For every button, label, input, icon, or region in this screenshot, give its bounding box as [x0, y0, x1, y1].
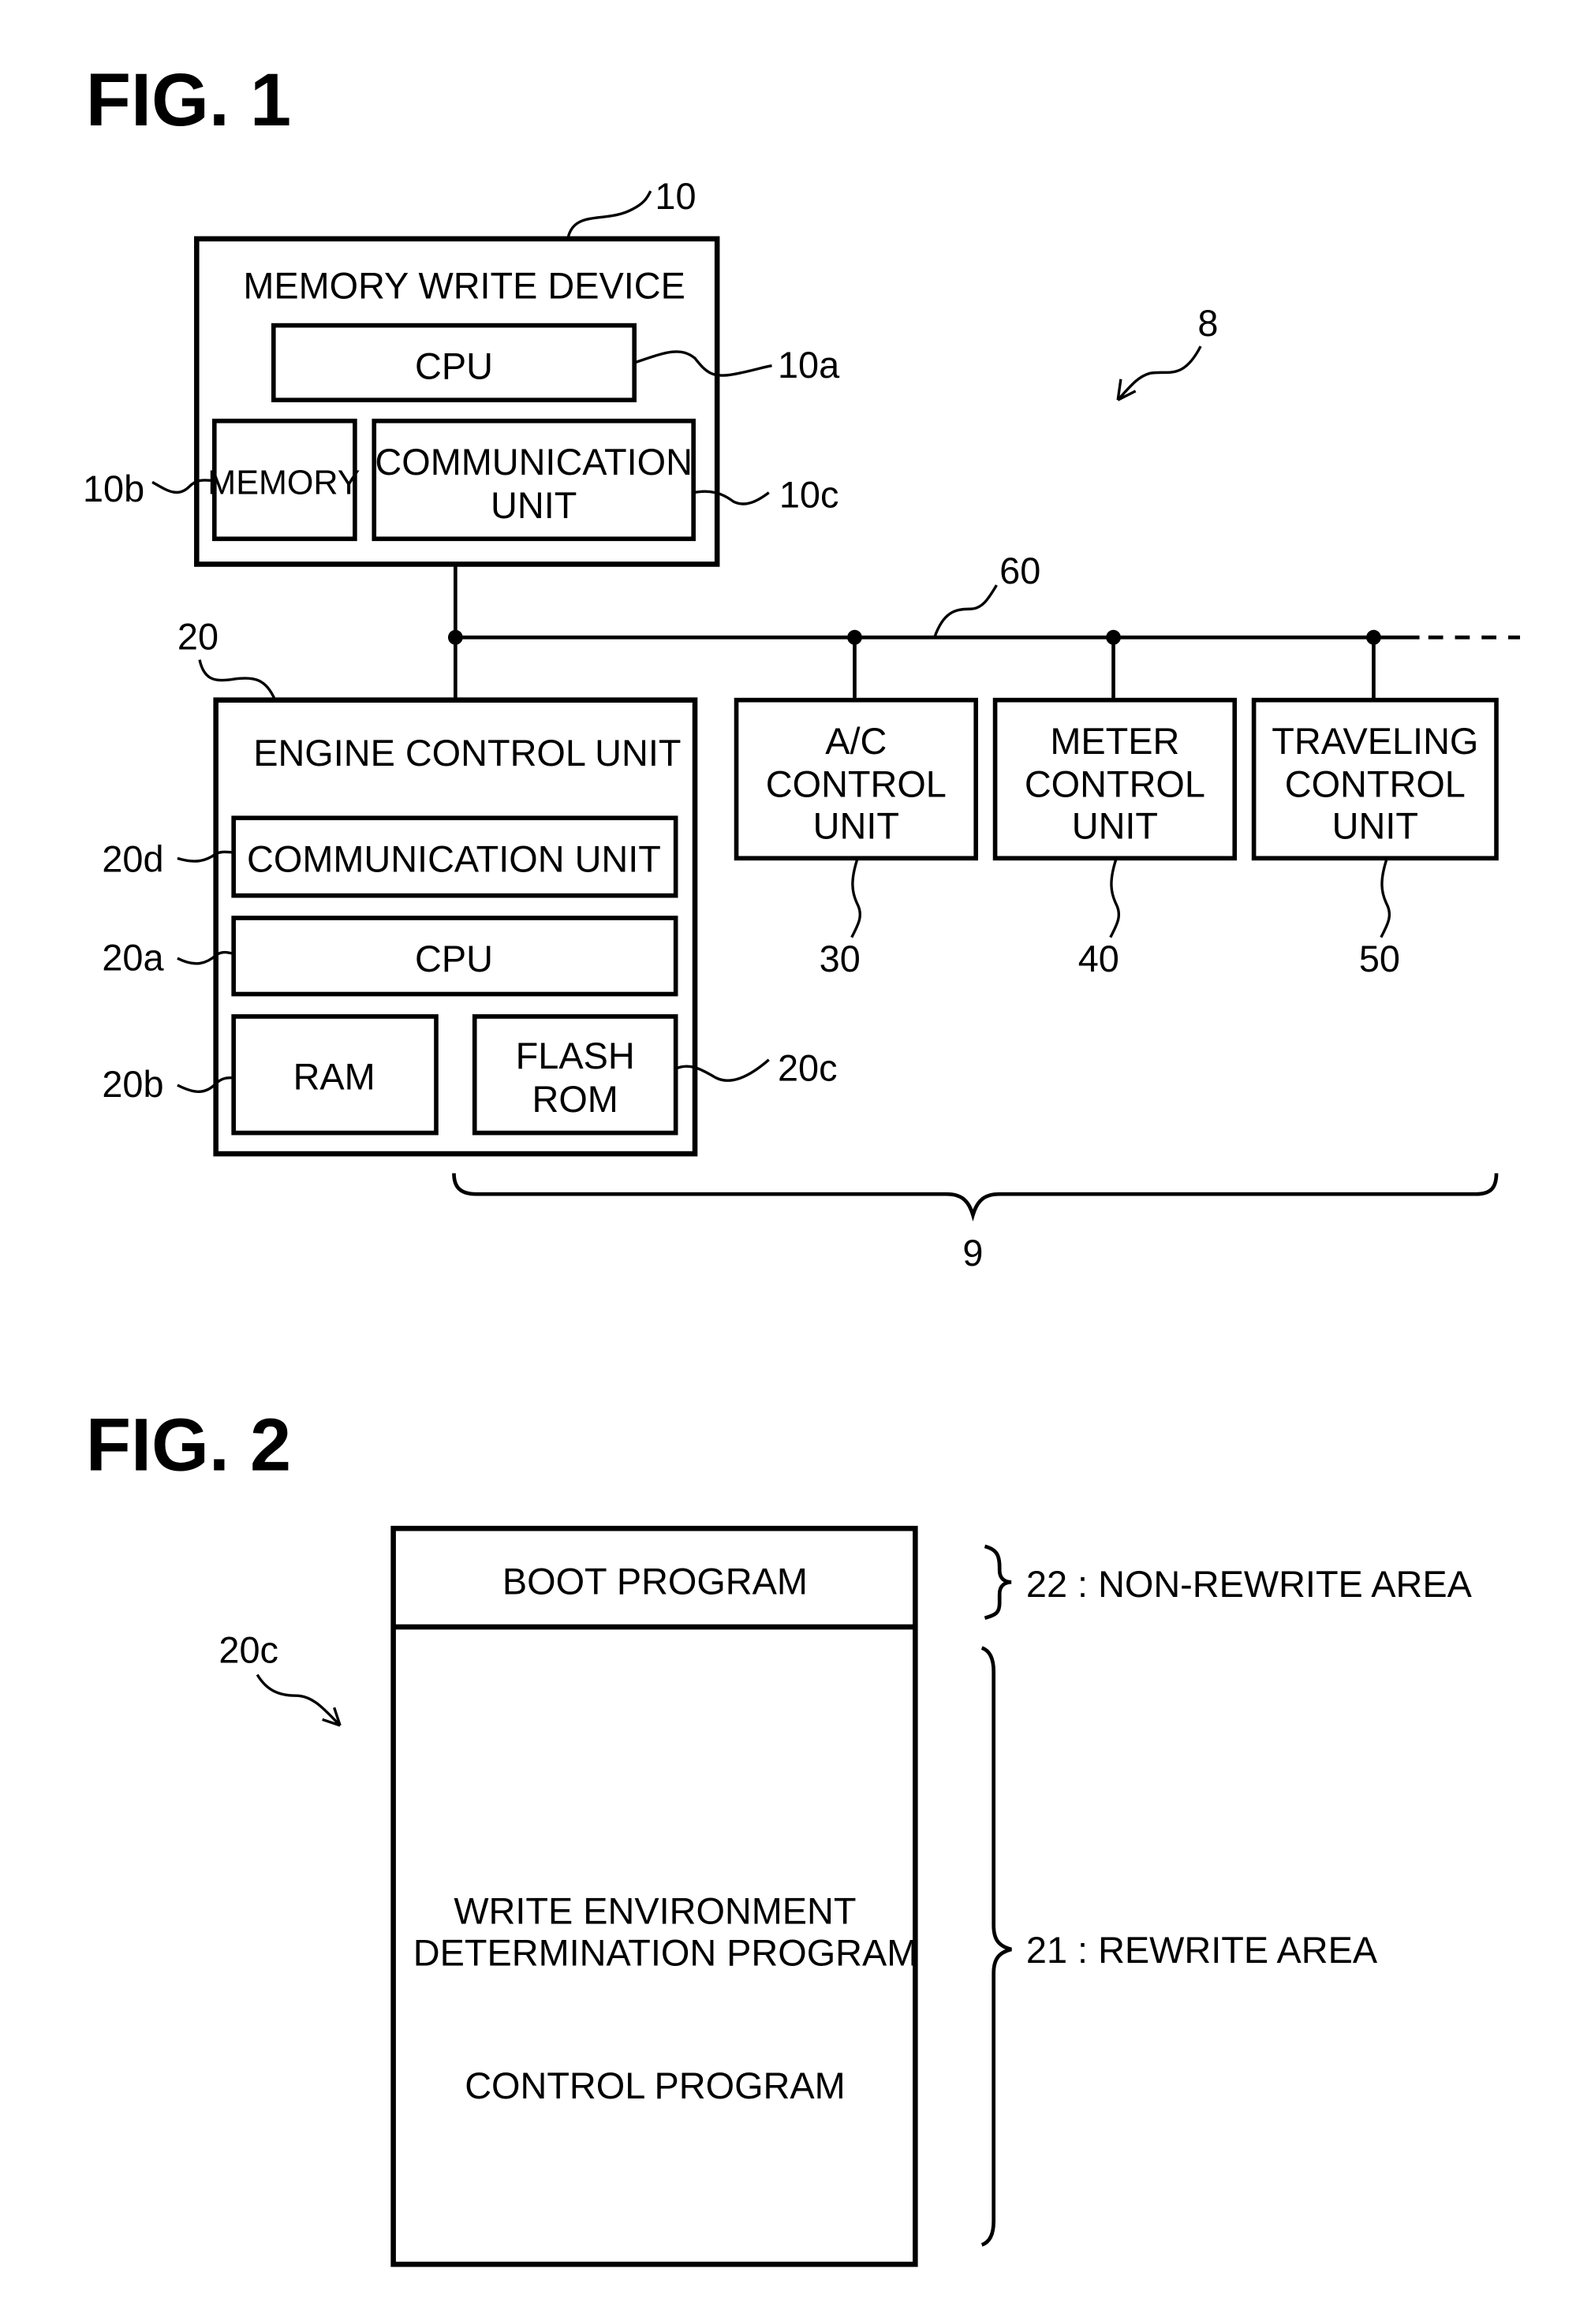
bus-ref: 60	[999, 550, 1040, 591]
ac-control-unit: A/C CONTROL UNIT 30	[734, 697, 979, 979]
memory-write-device-title: MEMORY WRITE DEVICE	[243, 264, 685, 306]
memory-write-device-ref: 10	[655, 175, 696, 217]
write-environment-program-label-2: DETERMINATION PROGRAM	[413, 1932, 917, 1974]
write-environment-program-label-1: WRITE ENVIRONMENT	[454, 1890, 856, 1932]
ecu-communication-unit-label: COMMUNICATION UNIT	[247, 837, 661, 879]
meter-control-unit: METER CONTROL UNIT 40	[992, 697, 1238, 979]
non-rewrite-area-brace	[984, 1544, 1012, 1621]
mwd-communication-unit-ref: 10c	[779, 473, 839, 515]
ecu-cpu-ref: 20a	[102, 936, 164, 978]
ac-control-unit-ref: 30	[820, 938, 861, 979]
flash-rom-memory-arrow-icon	[256, 1673, 342, 1727]
traveling-control-unit-ref: 50	[1359, 938, 1400, 979]
mwd-memory-label: MEMORY	[207, 464, 360, 502]
ecu-communication-unit-ref: 20d	[102, 837, 163, 879]
ecu-title: ENGINE CONTROL UNIT	[253, 732, 681, 774]
system-ref-arrow-icon	[1116, 345, 1202, 401]
control-program-label: CONTROL PROGRAM	[465, 2065, 845, 2106]
ac-control-unit-label-1: A/C	[825, 720, 887, 762]
memory-write-device-leader	[566, 190, 652, 240]
ecu-cpu-label: CPU	[415, 938, 493, 979]
mwd-cpu-ref: 10a	[778, 344, 840, 386]
ecu-ref: 20	[177, 615, 218, 657]
meter-control-unit-label-3: UNIT	[1072, 805, 1158, 847]
meter-control-unit-leader	[1109, 857, 1121, 938]
flash-rom-memory-ref: 20c	[218, 1628, 278, 1670]
traveling-control-unit-leader	[1380, 857, 1391, 938]
mwd-communication-unit-label-2: UNIT	[491, 484, 577, 526]
mwd-cpu-label: CPU	[415, 345, 493, 387]
bus-junction-ecu	[447, 629, 463, 645]
ecu-ram-label: RAM	[293, 1055, 375, 1097]
system-ref-label: 8	[1197, 302, 1218, 344]
ecu-leader	[198, 659, 277, 701]
group-brace	[452, 1173, 1499, 1222]
fig2-title: FIG. 2	[86, 1403, 291, 1487]
traveling-control-unit: TRAVELING CONTROL UNIT 50	[1251, 697, 1499, 979]
ac-control-unit-label-3: UNIT	[813, 805, 899, 847]
rewrite-area-brace	[980, 1646, 1012, 2247]
ecu-flash-rom-label-2: ROM	[532, 1078, 618, 1120]
meter-control-unit-label-2: CONTROL	[1025, 763, 1205, 805]
bus-leader	[933, 584, 998, 638]
traveling-control-unit-label-1: TRAVELING	[1272, 720, 1478, 762]
rewrite-area-label: 21 : REWRITE AREA	[1026, 1929, 1378, 1971]
traveling-control-unit-label-3: UNIT	[1332, 805, 1418, 847]
ecu-flash-rom-ref: 20c	[778, 1046, 838, 1088]
fig1-title: FIG. 1	[86, 58, 291, 142]
mwd-communication-unit-label-1: COMMUNICATION	[375, 441, 693, 483]
traveling-control-unit-label-2: CONTROL	[1285, 763, 1466, 805]
ecu-ram-ref: 20b	[102, 1063, 163, 1105]
ac-control-unit-leader	[850, 857, 861, 938]
patent-figures: FIG. 1 8 MEMORY WRITE DEVICE 10 CPU 10a …	[83, 58, 1521, 2267]
boot-program-label: BOOT PROGRAM	[502, 1560, 808, 1602]
meter-control-unit-ref: 40	[1078, 938, 1119, 979]
group-ref: 9	[962, 1232, 983, 1274]
ecu-flash-rom-label-1: FLASH	[516, 1035, 635, 1076]
ac-control-unit-label-2: CONTROL	[766, 763, 947, 805]
non-rewrite-area-label: 22 : NON-REWRITE AREA	[1026, 1563, 1472, 1605]
meter-control-unit-label-1: METER	[1050, 720, 1179, 762]
mwd-memory-ref: 10b	[83, 468, 144, 509]
